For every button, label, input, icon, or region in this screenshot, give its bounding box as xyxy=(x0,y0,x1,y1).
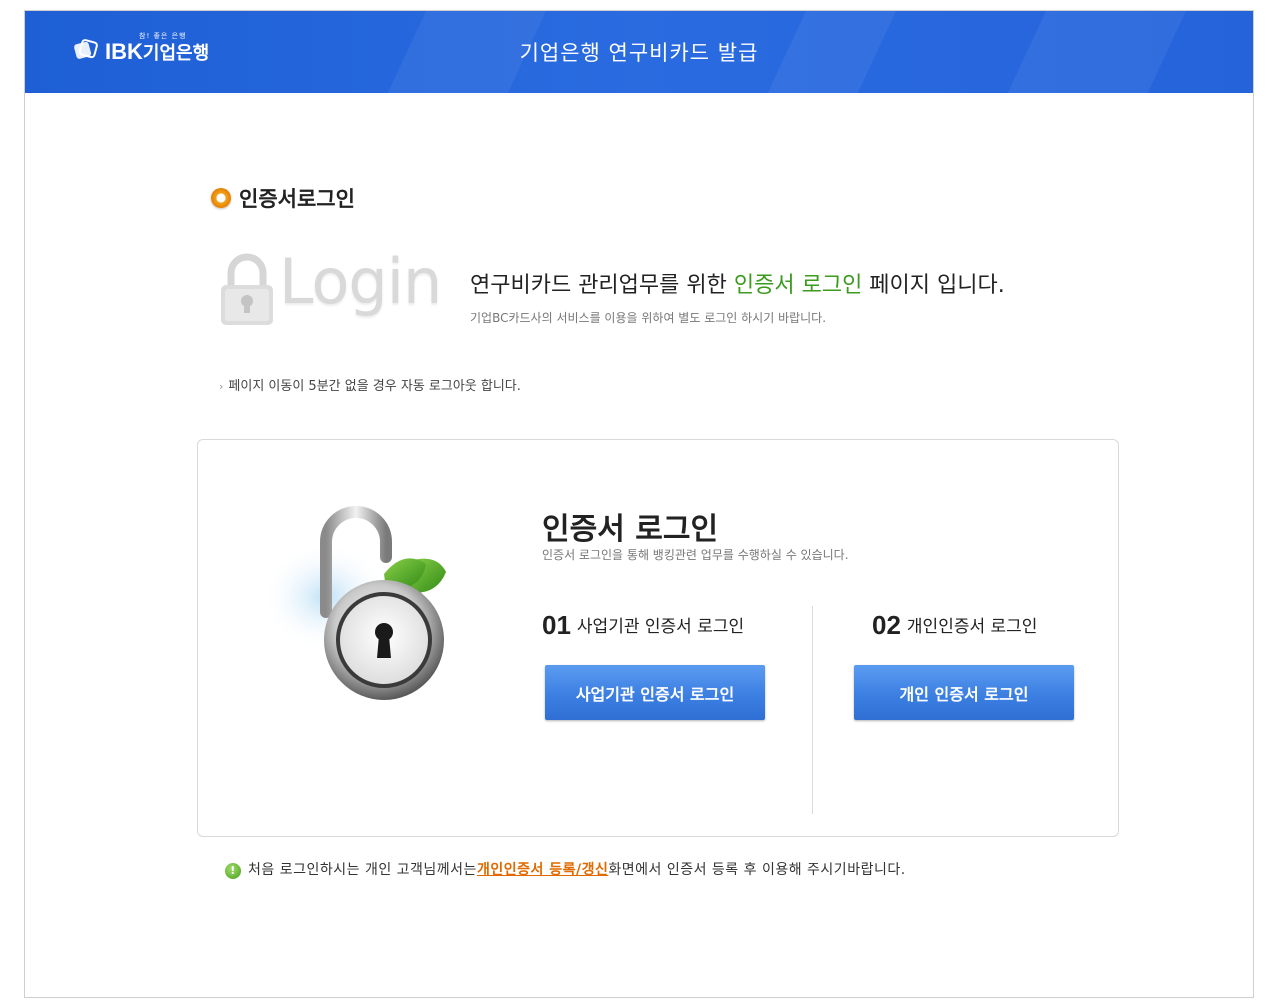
padlock-icon xyxy=(221,253,273,325)
option-corporate-title: 01 사업기관 인증서 로그인 xyxy=(542,610,745,640)
intro-subtext: 기업BC카드사의 서비스를 이용을 위하여 별도 로그인 하시기 바랍니다. xyxy=(470,311,827,325)
option-number: 02 xyxy=(872,610,901,640)
open-padlock-leaf-icon xyxy=(266,506,446,700)
login-graphic-word: Login xyxy=(279,245,442,318)
card-description: 인증서 로그인을 통해 뱅킹관련 업무를 수행하실 수 있습니다. xyxy=(542,548,849,562)
personal-cert-login-button[interactable]: 개인 인증서 로그인 xyxy=(854,665,1074,720)
cert-register-link[interactable]: 개인인증서 등록/갱신 xyxy=(477,859,608,879)
header-bar: 참! 좋은 은행 IBK기업은행 기업은행 연구비카드 발급 xyxy=(25,11,1253,93)
option-personal-title: 02 개인인증서 로그인 xyxy=(872,610,1038,640)
login-card: 인증서 로그인 인증서 로그인을 통해 뱅킹관련 업무를 수행하실 수 있습니다… xyxy=(197,439,1119,837)
orange-dot-icon xyxy=(211,188,231,208)
page-title: 기업은행 연구비카드 발급 xyxy=(519,41,759,65)
info-icon: ! xyxy=(225,863,241,879)
page-frame: 참! 좋은 은행 IBK기업은행 기업은행 연구비카드 발급 인증서로그인 Lo… xyxy=(24,10,1254,998)
card-title: 인증서 로그인 xyxy=(542,512,719,547)
section-heading: 인증서로그인 xyxy=(211,183,355,213)
bullet-arrow-icon: › xyxy=(219,380,224,393)
intro-text: 연구비카드 관리업무를 위한 인증서 로그인 페이지 입니다. 기업BC카드사의… xyxy=(470,267,1005,326)
intro-heading: 연구비카드 관리업무를 위한 인증서 로그인 페이지 입니다. xyxy=(470,273,1005,298)
option-divider xyxy=(812,606,813,814)
login-graphic: Login xyxy=(217,245,442,337)
option-number: 01 xyxy=(542,610,571,640)
intro-highlight: 인증서 로그인 xyxy=(733,273,863,298)
corporate-cert-login-button[interactable]: 사업기관 인증서 로그인 xyxy=(545,665,765,720)
footer-note: ! 처음 로그인하시는 개인 고객님께서는 개인인증서 등록/갱신 화면에서 인증… xyxy=(225,859,906,879)
logout-notice: › 페이지 이동이 5분간 없을 경우 자동 로그아웃 합니다. xyxy=(219,379,521,394)
section-title: 인증서로그인 xyxy=(239,187,355,211)
